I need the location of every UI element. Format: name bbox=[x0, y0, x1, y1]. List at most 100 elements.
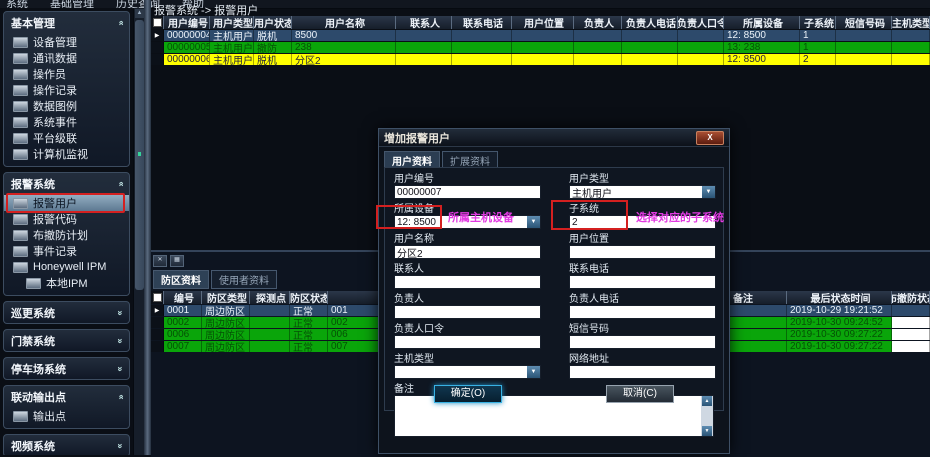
sms-number-input[interactable] bbox=[569, 335, 716, 349]
item-icon bbox=[13, 101, 28, 112]
sidebar-item[interactable]: 平台级联 bbox=[4, 130, 129, 146]
manager-phone-input[interactable] bbox=[569, 305, 716, 319]
manager-input[interactable] bbox=[394, 305, 541, 319]
contact-input[interactable] bbox=[394, 275, 541, 289]
sidebar-item[interactable]: 输出点 bbox=[4, 408, 129, 424]
sidebar-section-header[interactable]: 视频系统» bbox=[4, 435, 129, 455]
user-name-input[interactable] bbox=[394, 245, 541, 259]
column-header[interactable]: 联系人 bbox=[396, 16, 452, 29]
expand-icon[interactable]: » bbox=[116, 338, 124, 343]
sidebar-section-header[interactable]: 报警系统» bbox=[4, 173, 129, 194]
expand-icon[interactable]: » bbox=[116, 310, 124, 315]
cell: 00000005 bbox=[164, 42, 210, 53]
sidebar-item[interactable]: 布撤防计划 bbox=[4, 227, 129, 243]
sidebar-item[interactable]: 报警代码 bbox=[4, 211, 129, 227]
sidebar-item-label: 平台级联 bbox=[33, 130, 77, 146]
close-icon[interactable]: X bbox=[696, 131, 724, 145]
collapse-icon[interactable]: » bbox=[116, 394, 124, 399]
item-icon bbox=[13, 69, 28, 80]
column-header[interactable]: 所属设备 bbox=[724, 16, 800, 29]
item-icon bbox=[13, 85, 28, 96]
expand-icon[interactable]: » bbox=[116, 443, 124, 448]
checkbox[interactable] bbox=[153, 18, 162, 27]
device-input[interactable] bbox=[394, 215, 541, 229]
column-header[interactable]: 用户状态 bbox=[254, 16, 292, 29]
sidebar-section-title: 联动输出点 bbox=[11, 389, 66, 405]
chevron-down-icon[interactable]: ▼ bbox=[702, 186, 715, 198]
manager-phone-field-block: 负责人电话 bbox=[569, 294, 716, 320]
sidebar-item[interactable]: 事件记录 bbox=[4, 243, 129, 259]
table-row[interactable]: 00000006主机用户脱机分区212: 85002 bbox=[151, 54, 930, 65]
tab-inactive[interactable]: 使用者资料 bbox=[211, 270, 277, 289]
cell: 周边防区 bbox=[202, 341, 250, 352]
checkbox[interactable] bbox=[153, 293, 162, 302]
network-address-input[interactable] bbox=[569, 365, 716, 379]
cell bbox=[512, 30, 574, 41]
sidebar-section-header[interactable]: 巡更系统» bbox=[4, 302, 129, 323]
sidebar-item[interactable]: 报警用户 bbox=[4, 195, 129, 211]
column-header[interactable]: 负责人电话 bbox=[622, 16, 678, 29]
chevron-down-icon[interactable]: ▼ bbox=[527, 216, 540, 228]
column-header[interactable]: 子系统 bbox=[800, 16, 836, 29]
sidebar-item[interactable]: 设备管理 bbox=[4, 34, 129, 50]
expand-icon[interactable]: » bbox=[116, 366, 124, 371]
cancel-button[interactable]: 取消(C) bbox=[606, 385, 674, 403]
user-type-input[interactable] bbox=[569, 185, 716, 199]
sidebar-item[interactable]: 计算机监视 bbox=[4, 146, 129, 162]
contact-phone-field-block: 联系电话 bbox=[569, 264, 716, 290]
column-header[interactable]: 编号 bbox=[164, 291, 202, 304]
sidebar-item[interactable]: 数据图例 bbox=[4, 98, 129, 114]
panel-close-icon[interactable]: ✕ bbox=[153, 255, 167, 267]
user-type-field-block: 用户类型▼ bbox=[569, 174, 716, 200]
column-header[interactable]: 联系电话 bbox=[452, 16, 512, 29]
collapse-icon[interactable]: » bbox=[116, 20, 124, 25]
column-header[interactable]: 用户位置 bbox=[512, 16, 574, 29]
column-header[interactable]: 防区状态 bbox=[290, 291, 328, 304]
column-header[interactable]: 防区类型 bbox=[202, 291, 250, 304]
column-header[interactable]: 用户名称 bbox=[292, 16, 396, 29]
column-header[interactable]: 最后状态时间 bbox=[787, 291, 892, 304]
cell: 8500 bbox=[292, 30, 396, 41]
user-id-input[interactable] bbox=[394, 185, 541, 199]
user-location-input[interactable] bbox=[569, 245, 716, 259]
host-type-input[interactable] bbox=[394, 365, 541, 379]
splitter[interactable] bbox=[144, 0, 151, 455]
dialog-titlebar[interactable]: 增加报警用户 X bbox=[379, 129, 729, 147]
column-header[interactable]: 用户类型 bbox=[210, 16, 254, 29]
sidebar-item[interactable]: 通讯数据 bbox=[4, 50, 129, 66]
ok-button[interactable]: 确定(O) bbox=[434, 385, 502, 403]
column-header[interactable]: 短信号码 bbox=[836, 16, 892, 29]
sidebar-item[interactable]: 本地IPM bbox=[4, 275, 129, 291]
column-header[interactable]: 负责人口令 bbox=[678, 16, 724, 29]
collapse-icon[interactable]: » bbox=[116, 181, 124, 186]
sidebar-section-header[interactable]: 停车场系统» bbox=[4, 358, 129, 379]
column-header[interactable]: 用户编号 bbox=[164, 16, 210, 29]
sidebar-item[interactable]: 操作记录 bbox=[4, 82, 129, 98]
cell: 0002 bbox=[164, 317, 202, 328]
chevron-down-icon[interactable]: ▼ bbox=[527, 366, 540, 378]
column-header[interactable]: 探测点 bbox=[250, 291, 290, 304]
sidebar-section-header[interactable]: 基本管理» bbox=[4, 12, 129, 33]
sidebar-item-label: 布撤防计划 bbox=[33, 227, 88, 243]
sidebar-section-header[interactable]: 联动输出点 » bbox=[4, 386, 129, 407]
manager-password-input[interactable] bbox=[394, 335, 541, 349]
scroll-down-icon[interactable]: ▼ bbox=[702, 426, 712, 436]
table-row[interactable]: ▶00000004主机用户脱机850012: 85001 bbox=[151, 30, 930, 41]
scrollbar-thumb[interactable] bbox=[135, 20, 144, 290]
sidebar-item[interactable]: 系统事件 bbox=[4, 114, 129, 130]
subsystem-input[interactable] bbox=[569, 215, 716, 229]
column-header[interactable]: 负责人 bbox=[574, 16, 622, 29]
sidebar-section-header[interactable]: 门禁系统» bbox=[4, 330, 129, 351]
sidebar-item-label: 数据图例 bbox=[33, 98, 77, 114]
panel-grid-icon[interactable]: ▦ bbox=[170, 255, 184, 267]
table-row[interactable]: 00000005主机用户撤防23813: 2381 bbox=[151, 42, 930, 53]
row-marker: ▶ bbox=[151, 305, 164, 316]
sidebar-item[interactable]: Honeywell IPM bbox=[4, 259, 129, 275]
tab-active[interactable]: 防区资料 bbox=[153, 270, 209, 289]
sidebar-item[interactable]: 操作员 bbox=[4, 66, 129, 82]
column-header[interactable]: 主机类型 bbox=[892, 16, 930, 29]
contact-phone-input[interactable] bbox=[569, 275, 716, 289]
column-header[interactable]: 布撤防状态 bbox=[892, 291, 930, 304]
scroll-up-icon[interactable]: ▲ bbox=[135, 9, 144, 18]
item-icon bbox=[13, 133, 28, 144]
